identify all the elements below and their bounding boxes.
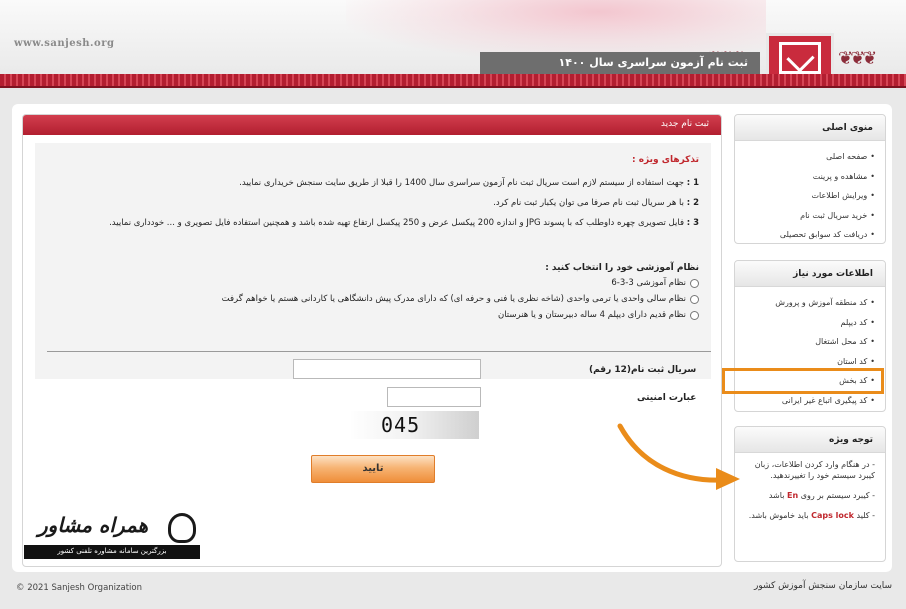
submit-button[interactable]: تایید — [311, 455, 435, 483]
required-info-title: اطلاعات مورد نیاز — [735, 261, 885, 287]
info-item-employment-code[interactable]: •کد محل اشتغال — [735, 332, 875, 352]
notes-title: تذکرهای ویژه : — [631, 155, 699, 165]
content-container: ثبت نام جدید تذکرهای ویژه : 1 : جهت استف… — [12, 104, 892, 572]
info-item-province-code[interactable]: •کد استان — [735, 352, 875, 372]
security-label: عبارت امنیتی — [637, 393, 697, 403]
main-menu-box: منوی اصلی •صفحه اصلی •مشاهده و پرینت •وی… — [734, 114, 886, 244]
main-menu-title: منوی اصلی — [735, 115, 885, 141]
special-notice-box: توجه ویژه - در هنگام وارد کردن اطلاعات، … — [734, 426, 886, 562]
option-label: نظام سالی واحدی یا ترمی واحدی (شاخه نظری… — [221, 294, 686, 304]
education-system-title: نظام آموزشی خود را انتخاب کنید : — [545, 263, 699, 273]
special-notice-title: توجه ویژه — [735, 427, 885, 453]
pointer-arrow-icon — [617, 423, 740, 490]
required-info-box: اطلاعات مورد نیاز •کد منطقه آموزش و پرور… — [722, 260, 886, 412]
serial-input[interactable] — [293, 359, 481, 379]
footer-copyright: © 2021 Sanjesh Organization — [16, 583, 142, 593]
notes-box: تذکرهای ویژه : 1 : جهت استفاده از سیستم … — [35, 143, 711, 379]
serial-label: سریال ثبت نام(12 رقم) — [589, 365, 697, 375]
info-item-foreign-tracking-code[interactable]: •کد پیگیری اتباع غیر ایرانی — [735, 391, 875, 411]
header-red-line — [0, 86, 906, 88]
site-header: www.sanjesh.org ❦❦❦ ثبت نام آزمون سراسری… — [0, 0, 906, 90]
note-1: 1 : جهت استفاده از سیستم لازم است سریال … — [239, 178, 699, 188]
hamrah-moshaver-watermark: همراه مشاور بزرگترین سامانه مشاوره تلفنی… — [20, 513, 200, 563]
special-notice-text: - در هنگام وارد کردن اطلاعات، زبان کیبرد… — [735, 453, 885, 521]
option-label: نظام آموزشی 3-3-6 — [611, 278, 686, 288]
site-url: www.sanjesh.org — [14, 38, 115, 49]
header-red-strip — [0, 74, 906, 86]
header-title: ثبت نام آزمون سراسری سال ۱۴۰۰ — [480, 52, 760, 74]
special-note-3: - کلید Caps lock باید خاموش باشد. — [748, 511, 875, 520]
info-item-district-code[interactable]: •کد بخش — [722, 368, 884, 394]
note-2: 2 : با هر سریال ثبت نام صرفا می توان یکب… — [493, 198, 699, 208]
education-option-2[interactable]: نظام سالی واحدی یا ترمی واحدی (شاخه نظری… — [47, 291, 699, 307]
captcha-image: 045 — [351, 411, 479, 439]
special-note-1: - در هنگام وارد کردن اطلاعات، زبان کیبرد… — [754, 460, 875, 480]
security-input[interactable] — [387, 387, 481, 407]
education-option-3[interactable]: نظام قدیم دارای دیپلم 4 ساله دبیرستان و … — [47, 307, 699, 323]
panel-title: ثبت نام جدید — [23, 115, 721, 135]
option-label: نظام قدیم دارای دیپلم 4 ساله دبیرستان و … — [497, 310, 686, 320]
menu-item-buy-serial[interactable]: •خرید سریال ثبت نام — [735, 206, 875, 226]
info-item-diploma-code[interactable]: •کد دیپلم — [735, 313, 875, 333]
radio-button[interactable] — [690, 310, 699, 320]
menu-item-home[interactable]: •صفحه اصلی — [735, 147, 875, 167]
menu-item-education-code[interactable]: •دریافت کد سوابق تحصیلی — [735, 225, 875, 245]
menu-item-view-print[interactable]: •مشاهده و پرینت — [735, 167, 875, 187]
radio-button[interactable] — [690, 278, 699, 288]
form-divider — [47, 351, 711, 352]
education-option-1[interactable]: نظام آموزشی 3-3-6 — [47, 275, 699, 291]
footer-org-name: سایت سازمان سنجش آموزش کشور — [753, 581, 892, 591]
header-background-glow — [346, 0, 766, 60]
menu-item-edit-info[interactable]: •ویرایش اطلاعات — [735, 186, 875, 206]
special-note-2: - کیبرد سیستم بر روی En باشد — [768, 491, 875, 500]
watermark-title: همراه مشاور — [38, 513, 149, 537]
watermark-subtitle: بزرگترین سامانه مشاوره تلفنی کشور — [24, 545, 200, 559]
header-ornament-right: ❦❦❦ — [838, 48, 877, 69]
note-3: 3 : فایل تصویری چهره داوطلب که با پسوند … — [109, 218, 699, 228]
registration-panel: ثبت نام جدید تذکرهای ویژه : 1 : جهت استف… — [22, 114, 722, 567]
info-item-region-code[interactable]: •کد منطقه آموزش و پرورش — [735, 293, 875, 313]
radio-button[interactable] — [690, 294, 699, 304]
watermark-logo-icon — [168, 513, 196, 543]
